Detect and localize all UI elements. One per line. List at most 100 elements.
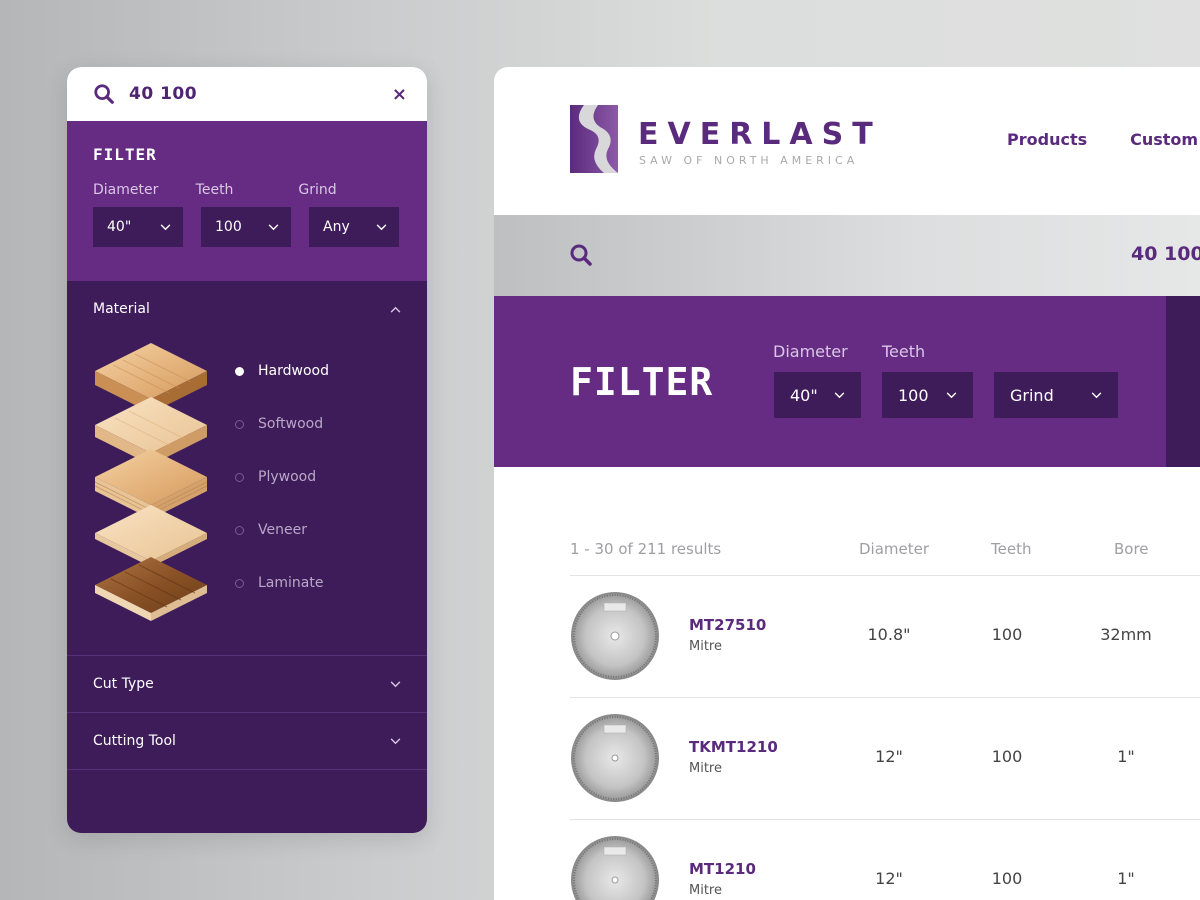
cutting-tool-header[interactable]: Cutting Tool — [67, 713, 427, 769]
material-header[interactable]: Material — [67, 281, 427, 337]
radio-unselected[interactable] — [235, 419, 244, 429]
product-sku[interactable]: MT27510 — [689, 616, 766, 634]
chevron-down-icon — [268, 223, 279, 230]
radio-selected[interactable] — [235, 366, 244, 376]
search-icon[interactable] — [569, 243, 593, 267]
grind-dropdown[interactable]: Grind — [994, 372, 1118, 418]
grind-value: Grind — [1010, 385, 1054, 405]
chevron-down-icon — [834, 391, 845, 398]
cell-bore: 32mm — [1100, 625, 1152, 644]
material-label: Material — [93, 301, 150, 317]
chevron-down-icon — [946, 391, 957, 398]
filter-title: FILTER — [93, 145, 157, 164]
laminate-image[interactable] — [93, 555, 209, 631]
column-bore[interactable]: Bore — [1114, 540, 1149, 558]
nav-custom[interactable]: Custom — [1130, 130, 1198, 149]
teeth-value: 100 — [898, 385, 929, 405]
material-options: Hardwood Softwood Plywood Veneer Laminat… — [67, 337, 427, 655]
saw-blade-image[interactable] — [570, 713, 660, 803]
saw-blade-image[interactable] — [570, 835, 660, 900]
product-type: Mitre — [689, 883, 722, 898]
cell-diameter: 10.8" — [867, 625, 911, 644]
mobile-filter-panel: FILTER Diameter Teeth Grind 40" 100 Any — [67, 121, 427, 281]
radio-unselected[interactable] — [235, 578, 244, 588]
site-header: EVERLAST SAW OF NORTH AMERICA Products C… — [494, 67, 1200, 215]
option-label: Hardwood — [258, 363, 329, 379]
table-row[interactable]: TKMT1210 Mitre 12" 100 1" — [570, 698, 1200, 820]
brand-name: EVERLAST — [638, 117, 882, 152]
cut-type-section[interactable]: Cut Type — [67, 656, 427, 713]
cell-teeth: 100 — [991, 869, 1023, 888]
search-icon[interactable] — [93, 83, 115, 105]
cell-bore: 1" — [1117, 747, 1135, 766]
material-option-laminate[interactable]: Laminate — [235, 575, 323, 591]
option-label: Laminate — [258, 575, 324, 591]
cut-type-header[interactable]: Cut Type — [67, 656, 427, 712]
results-table: 1 - 30 of 211 results Diameter Teeth Bor… — [570, 535, 1200, 900]
material-option-hardwood[interactable]: Hardwood — [235, 363, 329, 379]
diameter-dropdown[interactable]: 40" — [93, 207, 183, 247]
nav-products[interactable]: Products — [1007, 130, 1087, 149]
chevron-down-icon — [390, 680, 401, 687]
grind-dropdown[interactable]: Any — [309, 207, 399, 247]
table-row[interactable]: MT27510 Mitre 10.8" 100 32mm — [570, 576, 1200, 698]
cell-diameter: 12" — [875, 869, 903, 888]
teeth-dropdown[interactable]: 100 — [201, 207, 291, 247]
cell-diameter: 12" — [875, 747, 903, 766]
desktop-panel: EVERLAST SAW OF NORTH AMERICA Products C… — [494, 67, 1200, 900]
option-label: Softwood — [258, 416, 324, 432]
filter-side-strip — [1166, 296, 1200, 467]
results-header: 1 - 30 of 211 results Diameter Teeth Bor… — [570, 535, 1200, 576]
teeth-label: Teeth — [882, 342, 926, 361]
main-nav: Products Custom — [1007, 130, 1198, 149]
cell-teeth: 100 — [991, 747, 1023, 766]
teeth-dropdown[interactable]: 100 — [882, 372, 973, 418]
grind-label: Grind — [298, 182, 337, 198]
brand-tagline: SAW OF NORTH AMERICA — [639, 154, 859, 167]
cutting-tool-section[interactable]: Cutting Tool — [67, 713, 427, 770]
desktop-filter-panel: FILTER Diameter Teeth 40" 100 Grind — [494, 296, 1200, 467]
teeth-label: Teeth — [195, 182, 234, 198]
diameter-label: Diameter — [773, 342, 848, 361]
search-query[interactable]: 40 100 — [1131, 243, 1200, 265]
diameter-label: Diameter — [93, 182, 159, 198]
teeth-value: 100 — [215, 219, 242, 235]
material-option-plywood[interactable]: Plywood — [235, 469, 316, 485]
product-type: Mitre — [689, 761, 722, 776]
diameter-value: 40" — [790, 385, 818, 405]
cut-type-label: Cut Type — [93, 676, 154, 692]
material-option-softwood[interactable]: Softwood — [235, 416, 323, 432]
chevron-up-icon — [390, 306, 401, 313]
chevron-down-icon — [160, 223, 171, 230]
product-sku[interactable]: TKMT1210 — [689, 738, 778, 756]
radio-unselected[interactable] — [235, 472, 244, 482]
option-label: Plywood — [258, 469, 317, 485]
everlast-logo-icon[interactable] — [570, 105, 620, 175]
results-summary: 1 - 30 of 211 results — [570, 540, 722, 558]
search-query[interactable]: 40 100 — [129, 84, 392, 104]
product-sku[interactable]: MT1210 — [689, 860, 756, 878]
chevron-down-icon — [376, 223, 387, 230]
chevron-down-icon — [1091, 391, 1102, 398]
cell-teeth: 100 — [991, 625, 1023, 644]
grind-value: Any — [323, 219, 350, 235]
mobile-panel: 40 100 × FILTER Diameter Teeth Grind 40"… — [67, 67, 427, 833]
diameter-value: 40" — [107, 219, 132, 235]
radio-unselected[interactable] — [235, 525, 244, 535]
close-icon[interactable]: × — [392, 84, 407, 105]
column-teeth[interactable]: Teeth — [991, 540, 1031, 558]
product-type: Mitre — [689, 639, 722, 654]
saw-blade-image[interactable] — [570, 591, 660, 681]
diameter-dropdown[interactable]: 40" — [774, 372, 861, 418]
option-label: Veneer — [258, 522, 307, 538]
filter-title: FILTER — [570, 360, 714, 404]
cell-bore: 1" — [1117, 869, 1135, 888]
cutting-tool-label: Cutting Tool — [93, 733, 176, 749]
table-row[interactable]: MT1210 Mitre 12" 100 1" — [570, 820, 1200, 900]
mobile-search-bar[interactable]: 40 100 × — [67, 67, 427, 121]
chevron-down-icon — [390, 737, 401, 744]
desktop-search-bar[interactable]: 40 100 — [494, 215, 1200, 296]
material-section: Material Hardwood Softwood Plywood Venee… — [67, 281, 427, 656]
material-option-veneer[interactable]: Veneer — [235, 522, 307, 538]
column-diameter[interactable]: Diameter — [859, 540, 929, 558]
